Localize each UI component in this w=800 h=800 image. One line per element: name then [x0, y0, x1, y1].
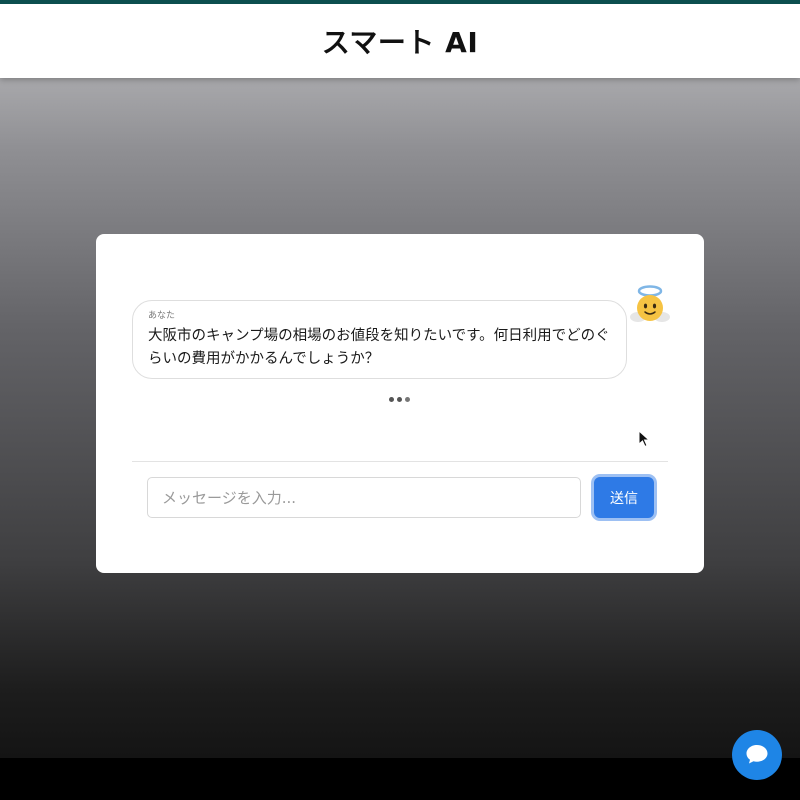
typing-dot: [397, 397, 402, 402]
mouse-cursor-icon: [638, 429, 651, 448]
angel-face-icon: [630, 284, 670, 326]
send-button[interactable]: 送信: [594, 477, 654, 518]
chat-fab-button[interactable]: [732, 730, 782, 780]
message-text: 大阪市のキャンプ場の相場のお値段を知りたいです。何日利用でどのぐらいの費用がかか…: [148, 328, 610, 367]
chat-card: あなた 大阪市のキャンプ場の相場のお値段を知りたいです。何日利用でどのぐらいの費…: [96, 234, 704, 573]
message-input[interactable]: [147, 477, 581, 518]
typing-dot: [389, 397, 394, 402]
chat-bubble-icon: [745, 743, 769, 768]
user-message-bubble: あなた 大阪市のキャンプ場の相場のお値段を知りたいです。何日利用でどのぐらいの費…: [132, 300, 627, 379]
bottom-bar: [0, 758, 800, 800]
sender-label: あなた: [148, 311, 176, 321]
typing-dot: [405, 397, 410, 402]
app-title: スマート AI: [321, 26, 479, 59]
divider: [132, 461, 668, 462]
typing-indicator: [388, 395, 412, 405]
app-header: スマート AI: [0, 0, 800, 78]
